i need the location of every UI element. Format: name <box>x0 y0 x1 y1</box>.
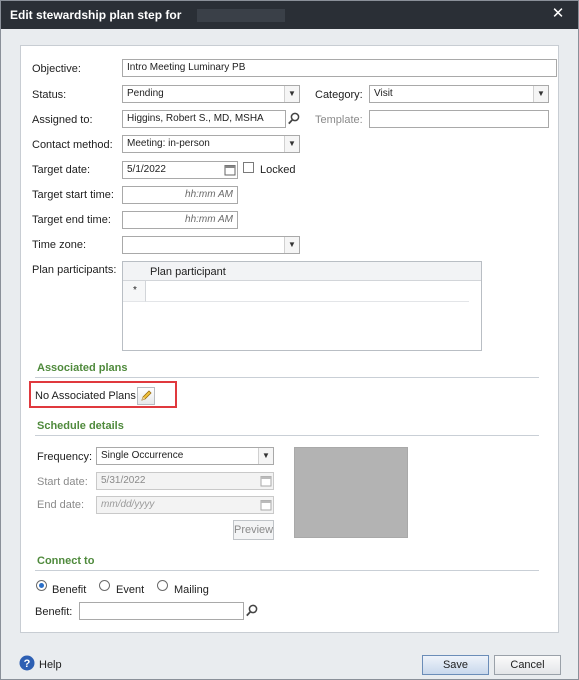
start-date-label: Start date: <box>37 476 88 488</box>
new-participant-row[interactable] <box>146 281 469 302</box>
objective-value: Intro Meeting Luminary PB <box>127 62 246 73</box>
plan-participants-grid[interactable]: Plan participant * <box>122 261 482 351</box>
chevron-down-icon[interactable]: ▼ <box>284 237 299 253</box>
status-value: Pending <box>127 88 164 99</box>
frequency-label: Frequency: <box>37 451 93 463</box>
edit-associated-plans-button[interactable] <box>137 387 155 405</box>
chevron-down-icon[interactable]: ▼ <box>284 86 299 102</box>
target-start-time-label: Target start time: <box>32 189 114 201</box>
status-label: Status: <box>32 89 67 101</box>
status-select[interactable]: Pending ▼ <box>122 85 300 103</box>
category-value: Visit <box>374 88 393 99</box>
associated-plans-heading: Associated plans <box>37 362 128 374</box>
associated-plans-text: No Associated Plans <box>35 390 136 402</box>
section-divider <box>35 570 539 571</box>
dialog-title: Edit stewardship plan step for <box>10 8 182 22</box>
connect-to-heading: Connect to <box>37 555 95 567</box>
end-date-placeholder: mm/dd/yyyy <box>101 499 155 510</box>
benefit-input[interactable] <box>79 602 244 620</box>
start-date-value: 5/31/2022 <box>101 475 146 486</box>
contact-method-value: Meeting: in-person <box>127 138 210 149</box>
target-date-input[interactable]: 5/1/2022 <box>122 161 238 179</box>
schedule-details-heading: Schedule details <box>37 420 124 432</box>
preview-button[interactable]: Preview <box>233 520 274 540</box>
pencil-icon <box>141 390 152 401</box>
benefit-radio-label: Benefit <box>52 584 87 596</box>
cancel-button[interactable]: Cancel <box>494 655 561 675</box>
close-icon[interactable]: ✕ <box>550 6 566 22</box>
mailing-radio-label: Mailing <box>174 584 209 596</box>
end-date-input[interactable]: mm/dd/yyyy <box>96 496 274 514</box>
contact-method-label: Contact method: <box>32 139 113 151</box>
grid-header: Plan participant <box>123 262 481 281</box>
frequency-value: Single Occurrence <box>101 450 184 461</box>
dialog-title-bar: Edit stewardship plan step for ✕ <box>1 1 578 29</box>
target-date-label: Target date: <box>32 164 91 176</box>
frequency-select[interactable]: Single Occurrence ▼ <box>96 447 274 465</box>
time-zone-select[interactable]: ▼ <box>122 236 300 254</box>
assigned-to-input[interactable]: Higgins, Robert S., MD, MSHA <box>122 110 286 128</box>
chevron-down-icon[interactable]: ▼ <box>258 448 273 464</box>
locked-checkbox[interactable] <box>243 162 254 173</box>
time-zone-label: Time zone: <box>32 239 87 251</box>
assigned-to-label: Assigned to: <box>32 114 93 126</box>
benefit-radio[interactable] <box>36 580 47 591</box>
mailing-radio[interactable] <box>157 580 168 591</box>
plan-participant-column-header: Plan participant <box>150 266 226 278</box>
calendar-icon[interactable] <box>260 474 272 488</box>
new-row-selector[interactable]: * <box>123 281 146 302</box>
start-date-input[interactable]: 5/31/2022 <box>96 472 274 490</box>
target-start-time-placeholder: hh:mm AM <box>185 189 233 200</box>
assigned-to-value: Higgins, Robert S., MD, MSHA <box>127 113 264 124</box>
chevron-down-icon[interactable]: ▼ <box>533 86 548 102</box>
event-radio[interactable] <box>99 580 110 591</box>
redacted-constituent-name <box>197 9 285 22</box>
contact-method-select[interactable]: Meeting: in-person ▼ <box>122 135 300 153</box>
target-end-time-input[interactable]: hh:mm AM <box>122 211 238 229</box>
calendar-icon[interactable] <box>260 498 272 512</box>
edit-step-dialog: Edit stewardship plan step for ✕ Objecti… <box>0 0 579 680</box>
help-link[interactable]: Help <box>39 659 62 671</box>
benefit-label: Benefit: <box>35 606 73 618</box>
dialog-content: Objective: Intro Meeting Luminary PB Sta… <box>20 45 559 633</box>
target-end-time-placeholder: hh:mm AM <box>185 214 233 225</box>
new-row-marker: * <box>133 285 137 296</box>
calendar-icon[interactable] <box>224 163 236 177</box>
chevron-down-icon[interactable]: ▼ <box>284 136 299 152</box>
target-start-time-input[interactable]: hh:mm AM <box>122 186 238 204</box>
plan-participants-label: Plan participants: <box>32 264 117 276</box>
category-select[interactable]: Visit ▼ <box>369 85 549 103</box>
section-divider <box>35 377 539 378</box>
target-end-time-label: Target end time: <box>32 214 111 226</box>
svg-text:?: ? <box>24 658 31 670</box>
schedule-preview-panel <box>294 447 408 538</box>
event-radio-label: Event <box>116 584 145 596</box>
objective-label: Objective: <box>32 63 81 75</box>
search-icon[interactable] <box>287 111 301 127</box>
template-label: Template: <box>315 114 363 126</box>
save-button[interactable]: Save <box>422 655 489 675</box>
template-input[interactable] <box>369 110 549 128</box>
help-icon[interactable]: ? <box>19 655 35 671</box>
locked-label: Locked <box>260 164 296 176</box>
target-date-value: 5/1/2022 <box>127 164 166 175</box>
section-divider <box>35 435 539 436</box>
category-label: Category: <box>315 89 363 101</box>
end-date-label: End date: <box>37 499 85 511</box>
search-icon[interactable] <box>245 603 259 619</box>
objective-input[interactable]: Intro Meeting Luminary PB <box>122 59 557 77</box>
